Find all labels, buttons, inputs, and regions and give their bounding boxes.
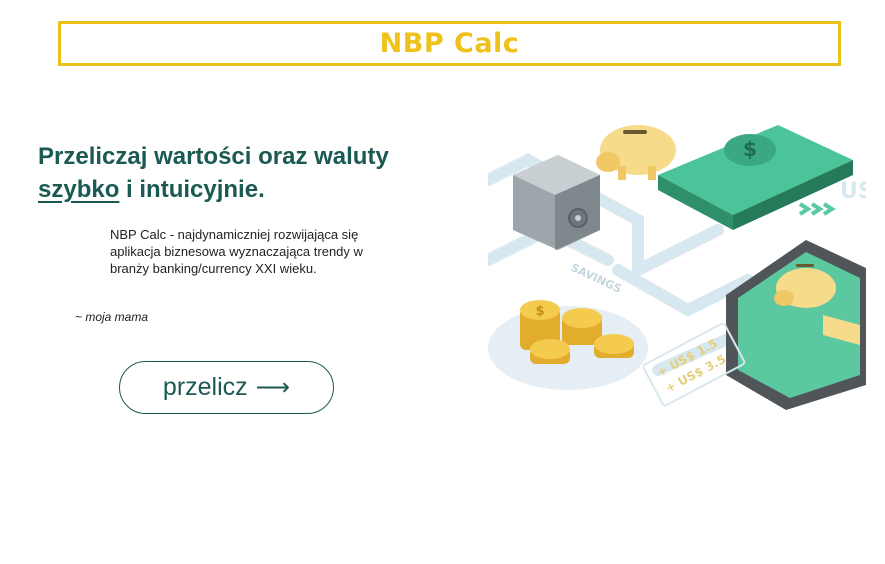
headline-underlined-word: szybko: [38, 176, 120, 203]
app-title: NBP Calc: [379, 28, 520, 59]
coin-symbol: $: [535, 304, 544, 319]
coin-stack-icon: $: [488, 300, 648, 390]
tablet-icon: [726, 240, 866, 410]
convert-button-label: przelicz: [162, 373, 248, 401]
finance-illustration: $ US SAVINGS $ + US$ 1.5 + US$ 3.5: [488, 125, 866, 410]
convert-button[interactable]: przelicz ⟶: [119, 361, 334, 414]
app-header: NBP Calc: [58, 21, 841, 66]
headline-text-end: i intuicyjnie.: [119, 176, 265, 203]
hero-headline: Przeliczaj wartości oraz waluty szybko i…: [38, 140, 438, 206]
piggy-bank-icon: [596, 125, 676, 180]
hero-quote: NBP Calc - najdynamiczniej rozwijająca s…: [110, 227, 363, 276]
bill-dollar-symbol: $: [743, 137, 757, 161]
chevron-arrows-icon: [798, 202, 836, 216]
corner-text: US: [840, 179, 866, 204]
arrow-right-icon: ⟶: [255, 374, 291, 401]
headline-text: Przeliczaj wartości oraz waluty: [38, 143, 389, 170]
money-stack-icon: $: [658, 125, 853, 230]
safe-icon: [513, 155, 600, 250]
quote-author: ~ moja mama: [75, 310, 149, 324]
